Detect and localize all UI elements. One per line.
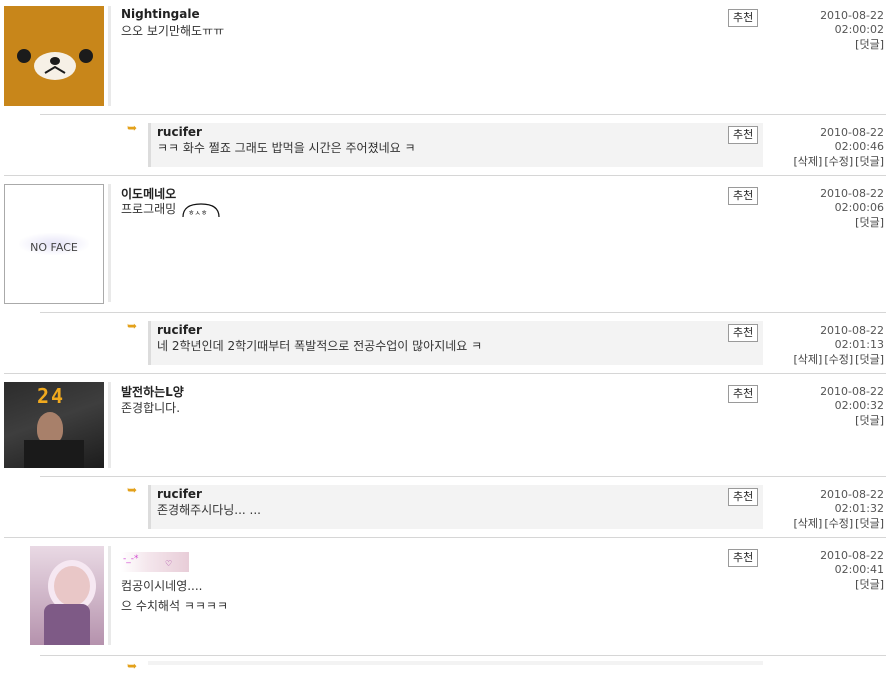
emoticon-icon: ㅎㅅㅎ bbox=[182, 203, 220, 218]
row-divider bbox=[40, 312, 886, 313]
comment-actions[interactable]: [삭제] [수정] [덧글] bbox=[792, 515, 884, 531]
comment-text: 네 2학년인데 2학기때부터 폭발적으로 전공수업이 많아지네요 ㅋ bbox=[157, 339, 483, 353]
comment-author[interactable]: 이도메네오 bbox=[121, 185, 176, 202]
avatar bbox=[30, 546, 104, 645]
row-divider bbox=[40, 476, 886, 477]
comment-date: 2010-08-22 bbox=[820, 549, 884, 562]
divider bbox=[148, 321, 151, 365]
comment-text: 컴공이시네영.... bbox=[121, 579, 203, 593]
comment-text: 존경해주시다닝... ... bbox=[157, 503, 261, 517]
delete-link[interactable]: [삭제] bbox=[794, 517, 823, 530]
no-face-label: NO FACE bbox=[30, 241, 78, 254]
comment-date: 2010-08-22 bbox=[820, 187, 884, 200]
reply-link[interactable]: [덧글] bbox=[855, 216, 884, 229]
comment-actions[interactable]: [덧글] bbox=[853, 36, 884, 52]
comment-text: 으오 보기만해도ㅠㅠ bbox=[121, 24, 225, 38]
comment-time: 02:00:02 bbox=[834, 23, 884, 36]
comment-time: 02:00:32 bbox=[834, 399, 884, 412]
comment-actions[interactable]: [덧글] bbox=[853, 412, 884, 428]
svg-text:ㅎㅅㅎ: ㅎㅅㅎ bbox=[188, 209, 207, 217]
comment-actions[interactable]: [삭제] [수정] [덧글] bbox=[792, 351, 884, 367]
row-divider bbox=[40, 114, 886, 115]
comment-author[interactable]: rucifer bbox=[157, 323, 202, 337]
recommend-button[interactable]: 추천 bbox=[728, 126, 759, 144]
nickname-image[interactable]: -_-* ♡ bbox=[121, 552, 189, 572]
comment-date: 2010-08-22 bbox=[820, 385, 884, 398]
comment-time: 02:00:41 bbox=[834, 563, 884, 576]
reply-box bbox=[148, 661, 763, 665]
comment-actions[interactable]: [덧글] bbox=[853, 214, 884, 230]
reply-arrow-icon: ➥ bbox=[127, 483, 138, 497]
divider bbox=[148, 123, 151, 167]
delete-link[interactable]: [삭제] bbox=[794, 155, 823, 168]
comment-time: 02:00:06 bbox=[834, 201, 884, 214]
reply-link[interactable]: [덧글] bbox=[855, 353, 884, 366]
comment-actions[interactable]: [삭제] [수정] [덧글] bbox=[792, 153, 884, 169]
edit-link[interactable]: [수정] bbox=[824, 155, 853, 168]
row-divider bbox=[4, 373, 886, 374]
recommend-button[interactable]: 추천 bbox=[728, 9, 759, 27]
row-divider bbox=[4, 537, 886, 538]
recommend-button[interactable]: 추천 bbox=[728, 488, 759, 506]
reply-arrow-icon: ➥ bbox=[127, 319, 138, 333]
bear-face-icon bbox=[17, 49, 93, 80]
comment-text: 으 수치해석 ㅋㅋㅋㅋ bbox=[121, 599, 228, 613]
comment-author[interactable]: 발전하는L양 bbox=[121, 383, 184, 400]
avatar bbox=[4, 6, 104, 106]
reply-arrow-icon: ➥ bbox=[127, 659, 138, 673]
comment-text: ㅋㅋ 화수 쩔죠 그래도 밥먹을 시간은 주어졌네요 ㅋ bbox=[157, 141, 416, 155]
reply-link[interactable]: [덧글] bbox=[855, 578, 884, 591]
divider bbox=[108, 6, 111, 106]
comment-author[interactable]: Nightingale bbox=[121, 7, 200, 21]
avatar: NO FACE bbox=[4, 184, 104, 304]
edit-link[interactable]: [수정] bbox=[824, 517, 853, 530]
comment-time: 02:01:13 bbox=[834, 338, 884, 351]
tv-24-icon: 24 bbox=[37, 384, 66, 408]
comment-author[interactable]: rucifer bbox=[157, 487, 202, 501]
comment-author[interactable]: rucifer bbox=[157, 125, 202, 139]
comment-date: 2010-08-22 bbox=[820, 324, 884, 337]
comment-date: 2010-08-22 bbox=[820, 9, 884, 22]
divider bbox=[108, 184, 111, 302]
comment-text: 프로그래밍 bbox=[121, 202, 177, 216]
row-divider bbox=[4, 175, 886, 176]
recommend-button[interactable]: 추천 bbox=[728, 385, 759, 403]
recommend-button[interactable]: 추천 bbox=[728, 187, 759, 205]
edit-link[interactable]: [수정] bbox=[824, 353, 853, 366]
divider bbox=[108, 382, 111, 468]
reply-link[interactable]: [덧글] bbox=[855, 414, 884, 427]
comment-text: 존경합니다. bbox=[121, 401, 181, 415]
comment-time: 02:01:32 bbox=[834, 502, 884, 515]
reply-link[interactable]: [덧글] bbox=[855, 155, 884, 168]
comment-actions[interactable]: [덧글] bbox=[853, 576, 884, 592]
recommend-button[interactable]: 추천 bbox=[728, 549, 759, 567]
divider bbox=[148, 485, 151, 529]
delete-link[interactable]: [삭제] bbox=[794, 353, 823, 366]
comment-time: 02:00:46 bbox=[834, 140, 884, 153]
comment-date: 2010-08-22 bbox=[820, 488, 884, 501]
reply-link[interactable]: [덧글] bbox=[855, 517, 884, 530]
row-divider bbox=[40, 655, 886, 656]
recommend-button[interactable]: 추천 bbox=[728, 324, 759, 342]
reply-arrow-icon: ➥ bbox=[127, 121, 138, 135]
divider bbox=[108, 546, 111, 645]
avatar: 24 bbox=[4, 382, 104, 468]
comment-date: 2010-08-22 bbox=[820, 126, 884, 139]
reply-link[interactable]: [덧글] bbox=[855, 38, 884, 51]
